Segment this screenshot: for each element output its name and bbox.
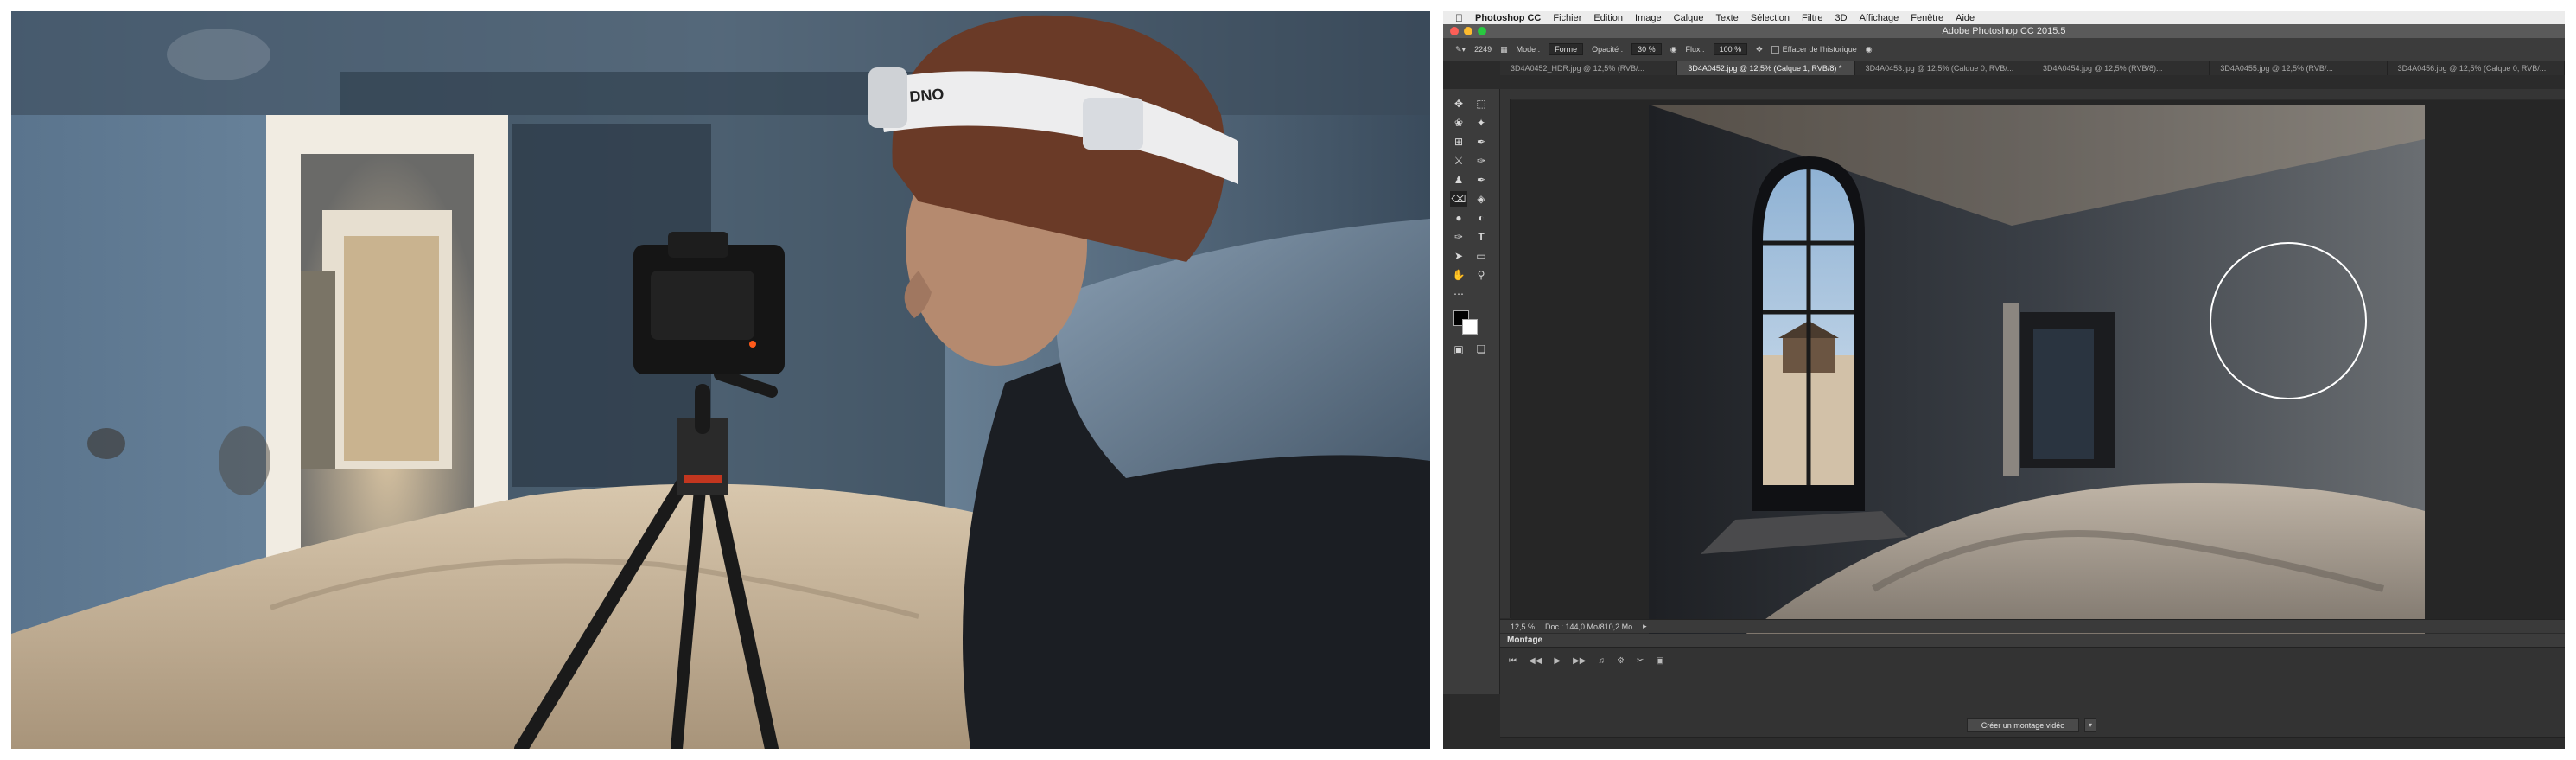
crop-tool-icon[interactable]: ⊞ [1450, 134, 1467, 150]
shape-tool-icon[interactable]: ▭ [1472, 248, 1490, 264]
zoom-icon[interactable] [1478, 27, 1486, 35]
split-icon[interactable]: ✂ [1637, 656, 1644, 666]
hand-tool-icon[interactable]: ✋ [1450, 267, 1467, 283]
tab-document[interactable]: 3D4A0456.jpg @ 12,5% (Calque 0, RVB/... [2388, 61, 2565, 75]
audio-icon[interactable]: ♫ [1598, 656, 1605, 666]
opacity-field[interactable]: 30 % [1631, 43, 1662, 55]
pressure-size-icon[interactable]: ◉ [1866, 45, 1873, 54]
more-tools-icon[interactable]: ⋯ [1450, 286, 1467, 302]
timeline-controls: ⏮ ◀◀ ▶ ▶▶ ♫ ⚙ ✂ ▣ [1500, 648, 2565, 674]
first-frame-icon[interactable]: ⏮ [1509, 656, 1517, 666]
flow-label: Flux : [1685, 45, 1705, 54]
opacity-label: Opacité : [1592, 45, 1624, 54]
stamp-tool-icon[interactable]: ♟ [1450, 172, 1467, 188]
tab-document[interactable]: 3D4A0453.jpg @ 12,5% (Calque 0, RVB/... [1855, 61, 2032, 75]
dodge-tool-icon[interactable]: ◐ [1472, 210, 1490, 226]
document-image[interactable] [1649, 105, 2425, 642]
tab-document-active[interactable]: 3D4A0452.jpg @ 12,5% (Calque 1, RVB/8) * [1677, 61, 1855, 75]
erase-history-checkbox[interactable]: Effacer de l'historique [1771, 45, 1857, 54]
chevron-down-icon[interactable]: ▾ [2084, 718, 2096, 732]
quick-select-tool-icon[interactable]: ✦ [1472, 115, 1490, 131]
brush-size-readout[interactable]: 2249 [1474, 45, 1492, 54]
history-brush-tool-icon[interactable]: ✒ [1472, 172, 1490, 188]
quick-mask-icon[interactable]: ▣ [1450, 342, 1467, 357]
menu-texte[interactable]: Texte [1715, 13, 1738, 23]
mode-select[interactable]: Forme [1549, 43, 1584, 55]
path-select-tool-icon[interactable]: ➤ [1450, 248, 1467, 264]
create-video-timeline-button[interactable]: Créer un montage vidéo [1967, 718, 2079, 732]
tool-options-bar: ✎▾ 2249 ▦ Mode : Forme Opacité : 30 % ◉ … [1443, 38, 2565, 61]
type-tool-icon[interactable]: T [1472, 229, 1490, 245]
blur-tool-icon[interactable]: ● [1450, 210, 1467, 226]
timeline-panel: Montage ⏮ ◀◀ ▶ ▶▶ ♫ ⚙ ✂ ▣ Créer un monta… [1500, 634, 2565, 749]
timeline-title: Montage [1500, 634, 2565, 648]
window-title-bar: Adobe Photoshop CC 2015.5 [1443, 24, 2565, 38]
menu-aide[interactable]: Aide [1956, 13, 1975, 23]
play-icon[interactable]: ▶ [1554, 656, 1561, 666]
prev-frame-icon[interactable]: ◀◀ [1529, 656, 1542, 666]
mac-menu-bar:  Photoshop CC Fichier Edition Image Cal… [1443, 11, 2565, 24]
menu-fichier[interactable]: Fichier [1553, 13, 1581, 23]
color-swatches [1453, 310, 1499, 342]
tab-document[interactable]: 3D4A0454.jpg @ 12,5% (RVB/8)... [2032, 61, 2210, 75]
apple-icon[interactable]:  [1455, 12, 1463, 24]
zoom-tool-icon[interactable]: ⚲ [1472, 267, 1490, 283]
minimize-icon[interactable] [1464, 27, 1472, 35]
erase-history-label: Effacer de l'historique [1782, 44, 1857, 54]
photo-illustration: DNO [11, 11, 1430, 749]
menu-image[interactable]: Image [1635, 13, 1662, 23]
menu-fenetre[interactable]: Fenêtre [1911, 13, 1943, 23]
marquee-tool-icon[interactable]: ⬚ [1472, 96, 1490, 112]
doc-size[interactable]: Doc : 144,0 Mo/810,2 Mo [1545, 623, 1632, 631]
fill-tool-icon[interactable]: ◈ [1472, 191, 1490, 207]
canvas-area[interactable] [1511, 100, 2565, 642]
settings-icon[interactable]: ⚙ [1617, 656, 1625, 666]
mode-label: Mode : [1516, 45, 1541, 54]
pen-tool-icon[interactable]: ✑ [1450, 229, 1467, 245]
status-menu-chevron-icon[interactable]: ▸ [1643, 622, 1647, 631]
traffic-lights [1443, 27, 1486, 35]
svg-text:DNO: DNO [909, 86, 945, 105]
menu-edition[interactable]: Edition [1593, 13, 1623, 23]
zoom-level[interactable]: 12,5 % [1511, 623, 1535, 631]
photoshop-window:  Photoshop CC Fichier Edition Image Cal… [1443, 11, 2565, 749]
brush-tool-icon[interactable]: ✑ [1472, 153, 1490, 169]
brush-panel-icon[interactable]: ▦ [1500, 45, 1508, 54]
close-icon[interactable] [1450, 27, 1459, 35]
eraser-tool-active-icon[interactable]: ⌫ [1450, 191, 1467, 207]
transition-icon[interactable]: ▣ [1656, 656, 1663, 666]
pressure-opacity-icon[interactable]: ◉ [1670, 45, 1677, 54]
menu-calque[interactable]: Calque [1674, 13, 1704, 23]
airbrush-icon[interactable]: ✥ [1756, 45, 1763, 54]
document-tabs: 3D4A0452_HDR.jpg @ 12,5% (RVB/... 3D4A04… [1500, 61, 2565, 75]
background-color-swatch[interactable] [1462, 319, 1478, 335]
timeline-footer [1500, 737, 2565, 749]
flow-field[interactable]: 100 % [1713, 43, 1748, 55]
eyedropper-tool-icon[interactable]: ✒ [1472, 134, 1490, 150]
menu-affichage[interactable]: Affichage [1860, 13, 1899, 23]
menu-filtre[interactable]: Filtre [1802, 13, 1822, 23]
window-title: Adobe Photoshop CC 2015.5 [1942, 26, 2066, 36]
status-bar: 12,5 % Doc : 144,0 Mo/810,2 Mo ▸ [1500, 619, 2565, 633]
vertical-ruler [1500, 99, 1511, 618]
horizontal-ruler [1500, 89, 2565, 99]
menu-3d[interactable]: 3D [1835, 13, 1848, 23]
eraser-tool-icon[interactable]: ✎▾ [1455, 45, 1466, 54]
healing-tool-icon[interactable]: ⚔ [1450, 153, 1467, 169]
move-tool-icon[interactable]: ✥ [1450, 96, 1467, 112]
tab-document[interactable]: 3D4A0455.jpg @ 12,5% (RVB/... [2210, 61, 2388, 75]
menu-selection[interactable]: Sélection [1751, 13, 1790, 23]
tab-document[interactable]: 3D4A0452_HDR.jpg @ 12,5% (RVB/... [1500, 61, 1678, 75]
lasso-tool-icon[interactable]: ❀ [1450, 115, 1467, 131]
screen-mode-icon[interactable]: ❏ [1472, 342, 1490, 357]
tools-panel: ✥ ⬚ ❀ ✦ ⊞ ✒ ⚔ ✑ ♟ ✒ ⌫ ◈ ● ◐ ✑ T ➤ ▭ ✋ ⚲ [1443, 89, 1500, 694]
photo-photographer: DNO [11, 11, 1430, 749]
menu-app-name[interactable]: Photoshop CC [1475, 13, 1541, 23]
composite-frame: DNO  Photoshop CC Fichier Edition Image… [0, 0, 2576, 760]
next-frame-icon[interactable]: ▶▶ [1573, 656, 1586, 666]
